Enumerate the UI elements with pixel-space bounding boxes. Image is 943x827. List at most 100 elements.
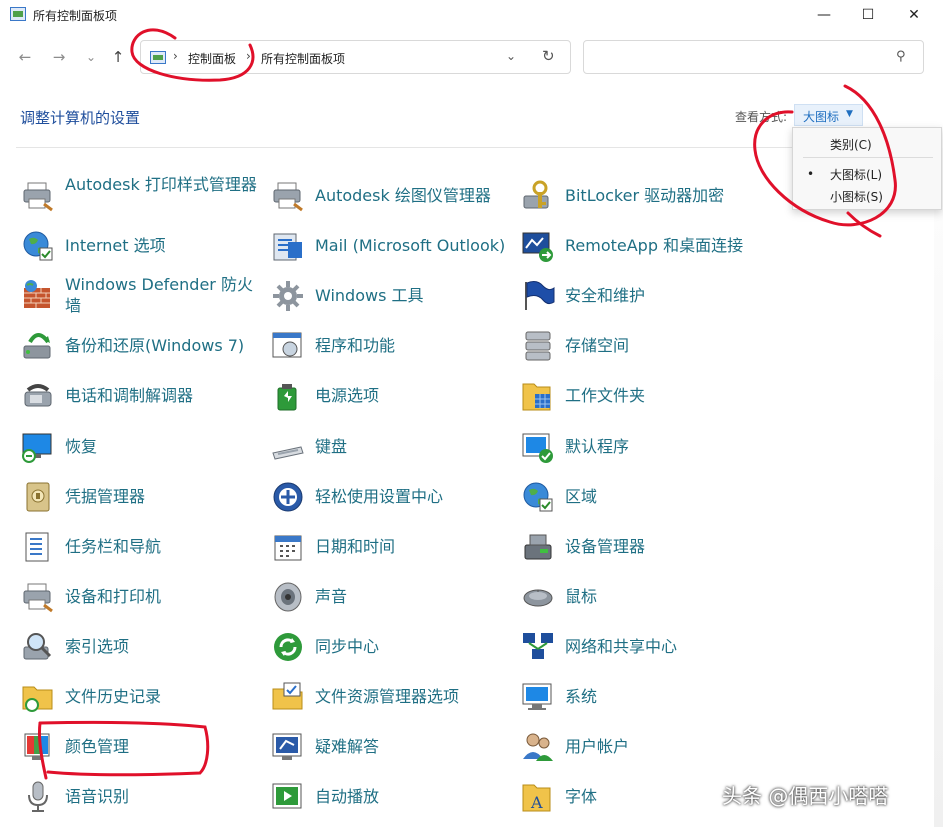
control-panel-item[interactable]: 电话和调制解调器 — [20, 374, 265, 418]
control-panel-item[interactable]: 疑难解答 — [270, 725, 515, 769]
autoplay-icon — [270, 779, 306, 815]
control-panel-item[interactable]: Autodesk 打印样式管理器 — [20, 174, 265, 218]
control-panel-item[interactable]: Windows Defender 防火墙 — [20, 274, 265, 318]
up-button[interactable]: ↑ — [105, 44, 131, 70]
caret-down-icon: ▼ — [846, 109, 853, 119]
menu-item-small-icons[interactable]: 小图标(S) — [793, 188, 941, 208]
item-label: 网络和共享中心 — [565, 637, 678, 656]
refresh-icon[interactable]: ↻ — [542, 47, 555, 65]
svg-text:A: A — [530, 793, 543, 812]
menu-item-label: 类别(C) — [830, 138, 872, 152]
recent-locations-button[interactable]: ⌄ — [78, 44, 104, 70]
folder-options-icon — [270, 679, 306, 715]
item-label: 鼠标 — [565, 587, 598, 606]
view-by-label: 查看方式: — [735, 110, 788, 124]
control-panel-item[interactable]: RemoteApp 和桌面连接 — [520, 224, 765, 268]
mouse-icon — [520, 579, 556, 615]
menu-separator — [803, 157, 933, 158]
control-panel-item[interactable]: 网络和共享中心 — [520, 625, 765, 669]
address-bar[interactable]: › 控制面板 › 所有控制面板项 ⌄ ↻ — [140, 40, 571, 74]
view-by-dropdown[interactable]: 大图标 ▼ — [794, 104, 863, 126]
control-panel-item[interactable]: Mail (Microsoft Outlook) — [270, 224, 515, 268]
breadcrumb-chevron-icon[interactable]: › — [173, 49, 178, 63]
control-panel-item[interactable]: 颜色管理 — [20, 725, 265, 769]
control-panel-item[interactable]: 自动播放 — [270, 775, 515, 819]
internet-options-icon — [20, 228, 56, 264]
taskbar-icon — [20, 529, 56, 565]
menu-item-large-icons[interactable]: • 大图标(L) — [793, 166, 941, 186]
item-label: Autodesk 打印样式管理器 — [65, 175, 257, 194]
control-panel-item[interactable]: 工作文件夹 — [520, 374, 765, 418]
mail-icon — [270, 228, 306, 264]
control-panel-item[interactable]: 安全和维护 — [520, 274, 765, 318]
security-flag-icon — [520, 278, 556, 314]
back-button[interactable]: ← — [12, 44, 38, 70]
item-label: 疑难解答 — [315, 737, 380, 756]
item-label: 工作文件夹 — [565, 386, 646, 405]
search-box[interactable]: ⚲ — [583, 40, 924, 74]
ease-of-access-icon — [270, 479, 306, 515]
control-panel-item[interactable]: BitLocker 驱动器加密 — [520, 174, 765, 218]
item-label: 日期和时间 — [315, 537, 396, 556]
item-label: 文件历史记录 — [65, 687, 162, 706]
item-label: 轻松使用设置中心 — [315, 487, 444, 506]
control-panel-window: 所有控制面板项 — ☐ ✕ ← → ⌄ ↑ › 控制面板 › 所有控制面板项 ⌄… — [0, 0, 943, 827]
control-panel-item[interactable]: 电源选项 — [270, 374, 515, 418]
control-panel-item[interactable]: 文件历史记录 — [20, 675, 265, 719]
item-label: 安全和维护 — [565, 286, 646, 305]
view-by-menu: 类别(C) • 大图标(L) 小图标(S) — [792, 127, 942, 210]
control-panel-item[interactable]: 默认程序 — [520, 425, 765, 469]
control-panel-item[interactable]: 轻松使用设置中心 — [270, 475, 515, 519]
control-panel-item[interactable]: 文件资源管理器选项 — [270, 675, 515, 719]
item-label: RemoteApp 和桌面连接 — [565, 236, 744, 255]
control-panel-item[interactable]: Internet 选项 — [20, 224, 265, 268]
menu-item-label: 大图标(L) — [830, 168, 883, 182]
item-label: 同步中心 — [315, 637, 380, 656]
maximize-button[interactable]: ☐ — [845, 0, 891, 30]
control-panel-item[interactable]: 区域 — [520, 475, 765, 519]
control-panel-item[interactable]: 鼠标 — [520, 575, 765, 619]
control-panel-item[interactable]: 存储空间 — [520, 324, 765, 368]
device-manager-icon — [520, 529, 556, 565]
breadcrumb-chevron-icon[interactable]: › — [246, 49, 251, 63]
control-panel-item[interactable]: Windows 工具 — [270, 274, 515, 318]
control-panel-item[interactable]: 语音识别 — [20, 775, 265, 819]
remoteapp-icon — [520, 228, 556, 264]
windows-tools-icon — [270, 278, 306, 314]
control-panel-item[interactable]: 键盘 — [270, 425, 515, 469]
control-panel-item[interactable]: 恢复 — [20, 425, 265, 469]
minimize-button[interactable]: — — [801, 0, 847, 30]
power-icon — [270, 378, 306, 414]
control-panel-item[interactable]: 同步中心 — [270, 625, 515, 669]
control-panel-item[interactable]: 日期和时间 — [270, 525, 515, 569]
menu-item-category[interactable]: 类别(C) — [793, 136, 941, 156]
search-icon[interactable]: ⚲ — [896, 49, 906, 64]
forward-button[interactable]: → — [46, 44, 72, 70]
control-panel-item[interactable]: 凭据管理器 — [20, 475, 265, 519]
sync-icon — [270, 629, 306, 665]
indexing-icon — [20, 629, 56, 665]
control-panel-item[interactable]: 任务栏和导航 — [20, 525, 265, 569]
breadcrumb-control-panel[interactable]: 控制面板 — [188, 50, 236, 67]
close-button[interactable]: ✕ — [891, 0, 937, 30]
address-dropdown-icon[interactable]: ⌄ — [506, 49, 516, 63]
control-panel-item[interactable]: 设备和打印机 — [20, 575, 265, 619]
control-panel-item[interactable]: 备份和还原(Windows 7) — [20, 324, 265, 368]
control-panel-item[interactable]: 系统 — [520, 675, 765, 719]
control-panel-item[interactable]: 用户帐户 — [520, 725, 765, 769]
work-folders-icon — [520, 378, 556, 414]
control-panel-item[interactable]: 设备管理器 — [520, 525, 765, 569]
control-panel-item[interactable]: Autodesk 绘图仪管理器 — [270, 174, 515, 218]
color-management-icon — [20, 729, 56, 765]
breadcrumb-all-items[interactable]: 所有控制面板项 — [261, 50, 345, 67]
control-panel-item[interactable]: 声音 — [270, 575, 515, 619]
control-panel-item[interactable]: 索引选项 — [20, 625, 265, 669]
speaker-icon — [270, 579, 306, 615]
control-panel-icon — [10, 7, 26, 21]
user-accounts-icon — [520, 729, 556, 765]
region-globe-icon — [520, 479, 556, 515]
control-panel-item[interactable]: 程序和功能 — [270, 324, 515, 368]
printer-style-icon — [20, 178, 56, 214]
item-label: 区域 — [565, 487, 598, 506]
background-strip — [934, 148, 943, 827]
